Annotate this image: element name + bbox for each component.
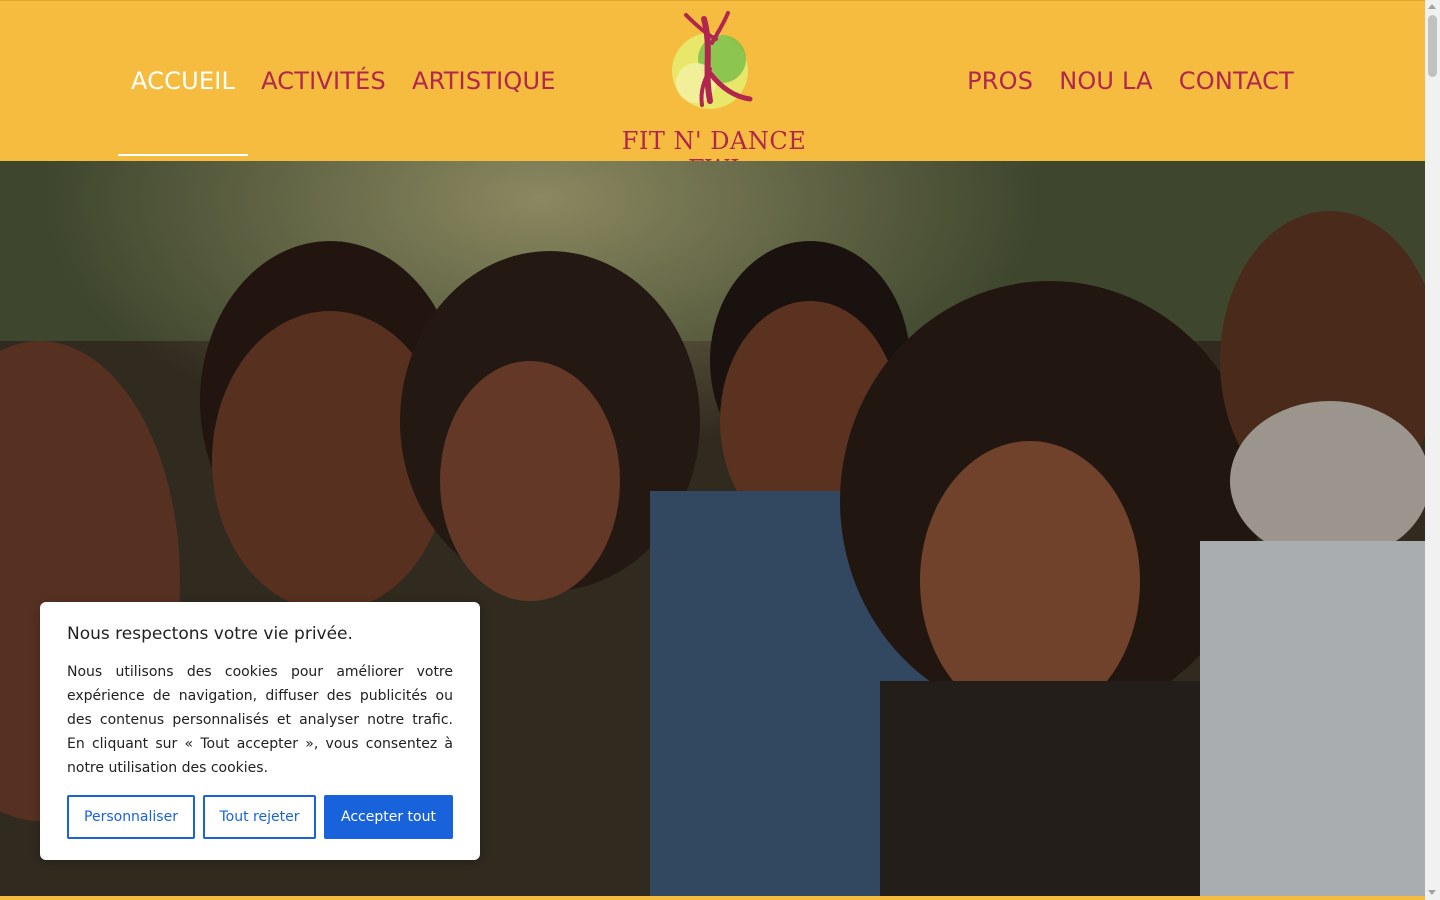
accept-all-button[interactable]: Accepter tout — [324, 795, 453, 839]
nav-accueil[interactable]: ACCUEIL — [118, 61, 249, 156]
customize-button[interactable]: Personnaliser — [67, 795, 195, 839]
nav-nou-la[interactable]: NOU LA — [1046, 61, 1166, 101]
nav-left: ACCUEIL ACTIVITÉS ARTISTIQUE — [118, 61, 569, 156]
vertical-scrollbar[interactable] — [1425, 0, 1440, 900]
nav-right: PROS NOU LA CONTACT — [954, 61, 1307, 101]
hero-bottom-border — [0, 896, 1425, 900]
nav-activites[interactable]: ACTIVITÉS — [248, 61, 399, 101]
nav-contact[interactable]: CONTACT — [1166, 61, 1307, 101]
page: ACCUEIL ACTIVITÉS ARTISTIQUE FIT N' DANC… — [0, 0, 1425, 900]
cookie-text: Nous utilisons des cookies pour améliore… — [67, 664, 453, 776]
cookie-consent-banner: Nous respectons votre vie privée. Nous u… — [40, 602, 480, 860]
scroll-up-arrow-icon[interactable] — [1428, 4, 1436, 9]
scroll-thumb[interactable] — [1428, 15, 1437, 77]
nav-artistique[interactable]: ARTISTIQUE — [399, 61, 569, 101]
scroll-down-arrow-icon[interactable] — [1428, 890, 1436, 895]
reject-all-button[interactable]: Tout rejeter — [203, 795, 316, 839]
cookie-title: Nous respectons votre vie privée. — [67, 624, 353, 644]
cookie-buttons: Personnaliser Tout rejeter Accepter tout — [67, 795, 453, 839]
logo-icon — [672, 11, 753, 109]
site-logo[interactable]: FIT N' DANCE FWI — [612, 9, 816, 183]
nav-pros[interactable]: PROS — [954, 61, 1046, 101]
site-header: ACCUEIL ACTIVITÉS ARTISTIQUE FIT N' DANC… — [0, 0, 1425, 183]
